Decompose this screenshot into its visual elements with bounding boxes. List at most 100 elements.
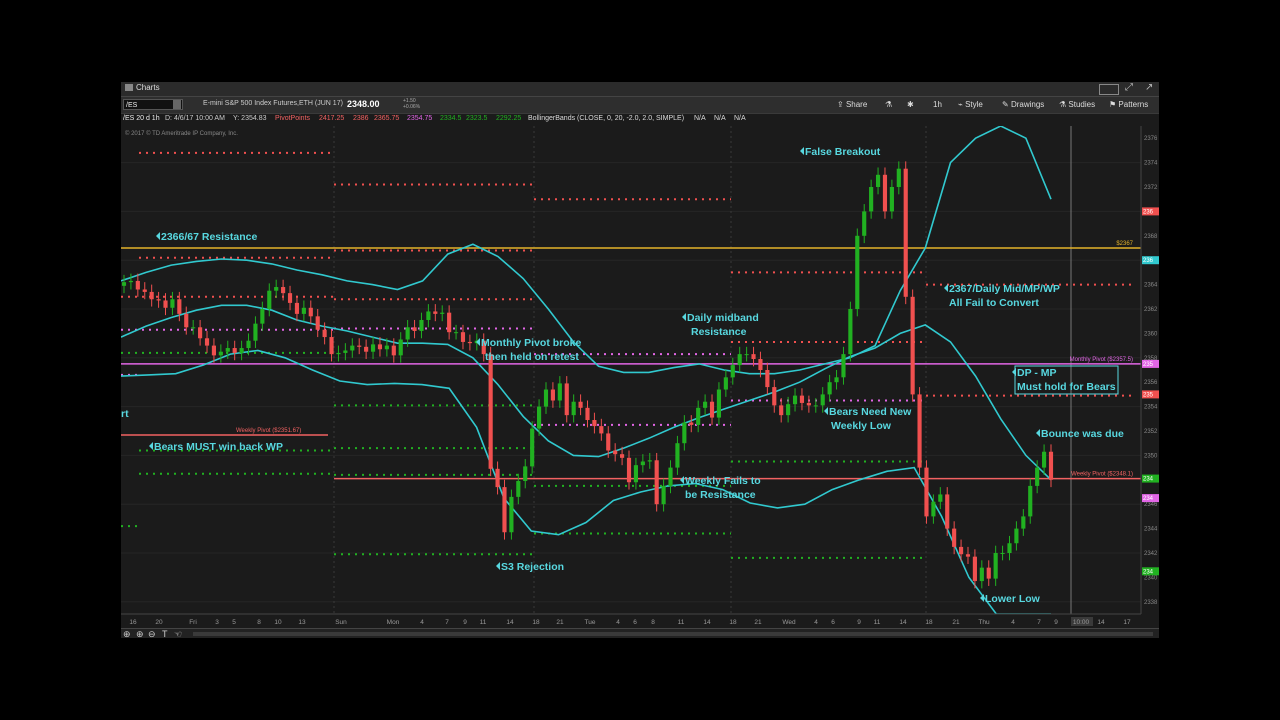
- candle-body: [938, 494, 943, 502]
- candle-body: [716, 389, 722, 418]
- bottom-bar: ⊕ ⊕ ⊖ T ☜: [121, 628, 1159, 638]
- candle-body: [329, 337, 334, 355]
- annotation-label: Monthly Pivot broke: [481, 337, 582, 349]
- time-tick-label: 18: [532, 619, 540, 626]
- price-tick-label: 2338: [1144, 600, 1158, 606]
- annotation-label: 2367/Daily Mid/MP/WP: [949, 283, 1060, 295]
- candle-body: [350, 345, 355, 351]
- change-pct: +0.06%: [403, 104, 421, 110]
- price-tag-label: 235: [1143, 392, 1154, 398]
- candle-body: [281, 287, 286, 294]
- share-button[interactable]: ⇪ Share: [837, 100, 867, 109]
- candle-body: [426, 311, 431, 320]
- drawings-button[interactable]: ✎ Drawings: [1002, 100, 1044, 109]
- time-tick-label: 11: [874, 619, 881, 626]
- candle-body: [142, 289, 147, 292]
- candle-body: [1007, 543, 1012, 553]
- candle-body: [550, 389, 555, 401]
- candle-body: [689, 422, 694, 425]
- studies-button[interactable]: ⚗ Studies: [1059, 100, 1095, 109]
- symbol-dropdown-button[interactable]: [173, 100, 181, 109]
- gear-icon[interactable]: ✱: [907, 100, 914, 109]
- candle-body: [447, 312, 452, 333]
- studies-icon: ⚗: [1059, 100, 1067, 109]
- candle-body: [274, 287, 279, 291]
- price-chart[interactable]: $2367 Monthly Pivot ($2357.5) Weekly Pivot…: [121, 126, 1159, 630]
- candle-body: [260, 309, 265, 324]
- candle-body: [965, 554, 971, 557]
- candle-body: [599, 426, 604, 434]
- flask-icon[interactable]: ⚗: [885, 100, 892, 109]
- annotation-label: Must hold for Bears: [1017, 381, 1116, 393]
- bb-value: N/A: [694, 115, 706, 122]
- aggregation-button[interactable]: 1h: [933, 100, 942, 109]
- zoom-out-icon[interactable]: ⊖: [148, 629, 156, 638]
- pivot-study-label[interactable]: PivotPoints: [275, 115, 310, 122]
- title-bar: Charts ⤢ ↗: [121, 82, 1159, 97]
- instrument-description: E-mini S&P 500 Index Futures,ETH (JUN 17…: [203, 100, 343, 107]
- price-change: +1.50 +0.06%: [403, 98, 420, 110]
- charts-window: Charts ⤢ ↗ /ES E-mini S&P 500 Index Futu…: [121, 82, 1159, 638]
- pivot-value: 2386: [353, 115, 369, 122]
- candle-body: [958, 546, 964, 555]
- horizontal-scrollbar[interactable]: [193, 632, 1153, 636]
- candle-body: [882, 174, 888, 212]
- annotation-label: Bears Need New: [829, 406, 912, 418]
- candle-body: [564, 383, 569, 416]
- style-button[interactable]: ⌁ Style: [958, 100, 983, 109]
- candle-body: [1028, 485, 1033, 517]
- time-tick-label: 4: [814, 619, 818, 626]
- candle-body: [875, 174, 881, 187]
- time-tick-label: 11: [480, 619, 487, 626]
- candle-body: [786, 404, 791, 416]
- time-tick-label: 10:00: [1073, 619, 1090, 626]
- style-icon: ⌁: [958, 100, 963, 109]
- annotation-label: False Breakout: [805, 146, 881, 158]
- candle-body: [198, 327, 203, 339]
- candle-body: [578, 401, 583, 408]
- price-tick-label: 2376: [1144, 136, 1158, 142]
- candle-body: [848, 309, 853, 355]
- text-tool-icon[interactable]: T: [162, 629, 168, 638]
- candle-body: [626, 457, 632, 483]
- chart-toolbar: /ES E-mini S&P 500 Index Futures,ETH (JU…: [121, 97, 1159, 114]
- zoom-in-icon[interactable]: ⊕: [136, 629, 144, 638]
- zoom-fit-icon[interactable]: ⊕: [123, 629, 131, 638]
- candle-body: [384, 345, 389, 350]
- annotation-label: Bounce was due: [1041, 428, 1124, 440]
- candle-body: [792, 395, 798, 405]
- candle-body: [121, 282, 127, 286]
- candle-body: [654, 460, 659, 505]
- candle-body: [308, 307, 313, 317]
- candle-body: [668, 467, 673, 486]
- price-tag-label: 234: [1143, 477, 1154, 483]
- share-label: Share: [845, 100, 868, 109]
- candle-body: [1014, 528, 1019, 544]
- candle-body: [903, 168, 908, 297]
- price-tick-label: 2356: [1144, 380, 1158, 386]
- price-tick-label: 2374: [1144, 161, 1158, 167]
- candle-body: [543, 389, 549, 407]
- candle-body: [696, 407, 701, 425]
- patterns-button[interactable]: ⚑ Patterns: [1109, 100, 1148, 109]
- candle-body: [931, 501, 936, 517]
- candle-body: [647, 460, 652, 462]
- time-tick-label: 5: [232, 619, 236, 626]
- time-tick-label: Thu: [978, 619, 990, 626]
- candle-body: [723, 377, 728, 390]
- price-tick-label: 2350: [1144, 453, 1158, 459]
- candle-body: [993, 553, 998, 579]
- popout-icon[interactable]: ↗: [1145, 82, 1153, 93]
- bollinger-study-label[interactable]: BollingerBands (CLOSE, 0, 20, -2.0, 2.0,…: [528, 115, 684, 122]
- candle-body: [606, 433, 611, 451]
- restore-button[interactable]: [1099, 84, 1119, 95]
- candle-body: [419, 319, 424, 331]
- weekly-pivot-label: Weekly Pivot ($2348.1): [1071, 472, 1133, 478]
- monthly-pivot-label: Monthly Pivot ($2357.5): [1070, 357, 1133, 363]
- pan-icon[interactable]: ☜: [174, 629, 182, 638]
- time-tick-label: 7: [445, 619, 449, 626]
- candle-body: [613, 450, 618, 455]
- candle-body: [246, 340, 251, 349]
- annotation-label: Daily midband: [687, 312, 759, 324]
- detach-icon[interactable]: ⤢: [1125, 82, 1133, 93]
